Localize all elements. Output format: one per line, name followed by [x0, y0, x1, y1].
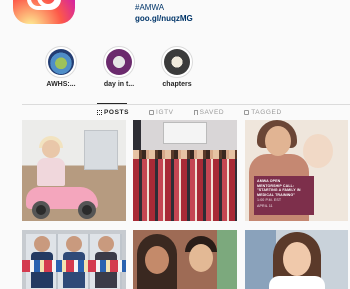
post-image-wheel	[78, 201, 96, 219]
card-subline: APRIL 11	[257, 203, 273, 208]
active-tab-indicator	[97, 103, 127, 104]
post-image-background	[217, 230, 237, 289]
highlight-cover-image	[164, 49, 190, 75]
highlight-awhs[interactable]: AWHS:...	[36, 46, 86, 88]
tab-label: POSTS	[104, 109, 130, 116]
highlight-chapters[interactable]: chapters	[152, 46, 202, 88]
highlight-label: AWHS:...	[46, 81, 76, 88]
post-thumbnail[interactable]	[133, 120, 237, 221]
tagged-icon	[244, 110, 250, 115]
highlight-label: day in t...	[103, 81, 135, 88]
highlight-ring	[103, 46, 135, 78]
post-image-wheel	[32, 201, 50, 219]
post-thumbnail[interactable]	[22, 230, 126, 289]
profile-bio: #AMWA goo.gl/nuqzMG	[135, 2, 193, 24]
tab-tagged[interactable]: TAGGED	[244, 109, 282, 116]
post-image-face	[98, 236, 114, 252]
post-thumbnail[interactable]	[133, 230, 237, 289]
post-announcement-card: AMWA OPEN MENTORSHIP CALL: "STARTING A F…	[254, 176, 314, 215]
highlight-cover-image	[106, 49, 132, 75]
post-image-face	[265, 126, 291, 156]
post-image-dress	[37, 158, 65, 186]
tab-igtv[interactable]: IGTV	[149, 109, 174, 116]
highlight-cover-image	[48, 49, 74, 75]
bio-hashtag[interactable]: #AMWA	[135, 2, 193, 13]
camera-icon	[27, 0, 61, 10]
tabs-divider	[22, 104, 350, 105]
post-thumbnail[interactable]	[245, 230, 348, 289]
post-image-crowd	[133, 159, 237, 221]
post-image-collage-strip	[22, 260, 126, 272]
tab-saved[interactable]: SAVED	[193, 109, 225, 116]
post-image-face	[42, 140, 60, 158]
post-image-face	[189, 244, 213, 272]
profile-tabs: POSTS IGTV SAVED TAGGED	[97, 109, 302, 116]
post-thumbnail[interactable]	[22, 120, 126, 221]
post-image-face	[34, 236, 50, 252]
post-image-white-coat	[269, 276, 325, 289]
bio-link[interactable]: goo.gl/nuqzMG	[135, 13, 193, 24]
post-image-face	[145, 246, 169, 274]
highlight-label: chapters	[162, 81, 192, 88]
tab-label: IGTV	[156, 109, 174, 116]
story-highlights: AWHS:... day in t... chapters	[36, 46, 210, 88]
card-line: MEDICAL TRAINING"	[257, 192, 296, 197]
instagram-profile-page: #AMWA goo.gl/nuqzMG AWHS:... day in t...…	[0, 0, 350, 289]
post-image-face	[66, 236, 82, 252]
igtv-icon	[149, 110, 155, 115]
highlight-ring	[45, 46, 77, 78]
bookmark-icon	[193, 110, 198, 115]
highlight-day-in-the-life[interactable]: day in t...	[94, 46, 144, 88]
post-image-screen	[163, 122, 207, 144]
card-subline: 1:00 P.M. EST	[257, 198, 282, 203]
tab-posts[interactable]: POSTS	[97, 109, 129, 116]
post-image-baby	[303, 134, 333, 168]
instagram-logo-icon	[13, 0, 75, 24]
highlight-ring	[161, 46, 193, 78]
post-image-shelf	[84, 130, 118, 170]
post-thumbnail[interactable]: AMWA OPEN MENTORSHIP CALL: "STARTING A F…	[245, 120, 348, 221]
tab-label: SAVED	[199, 109, 225, 116]
post-image-face	[283, 242, 311, 276]
grid-icon	[97, 110, 102, 115]
tab-label: TAGGED	[251, 109, 282, 116]
